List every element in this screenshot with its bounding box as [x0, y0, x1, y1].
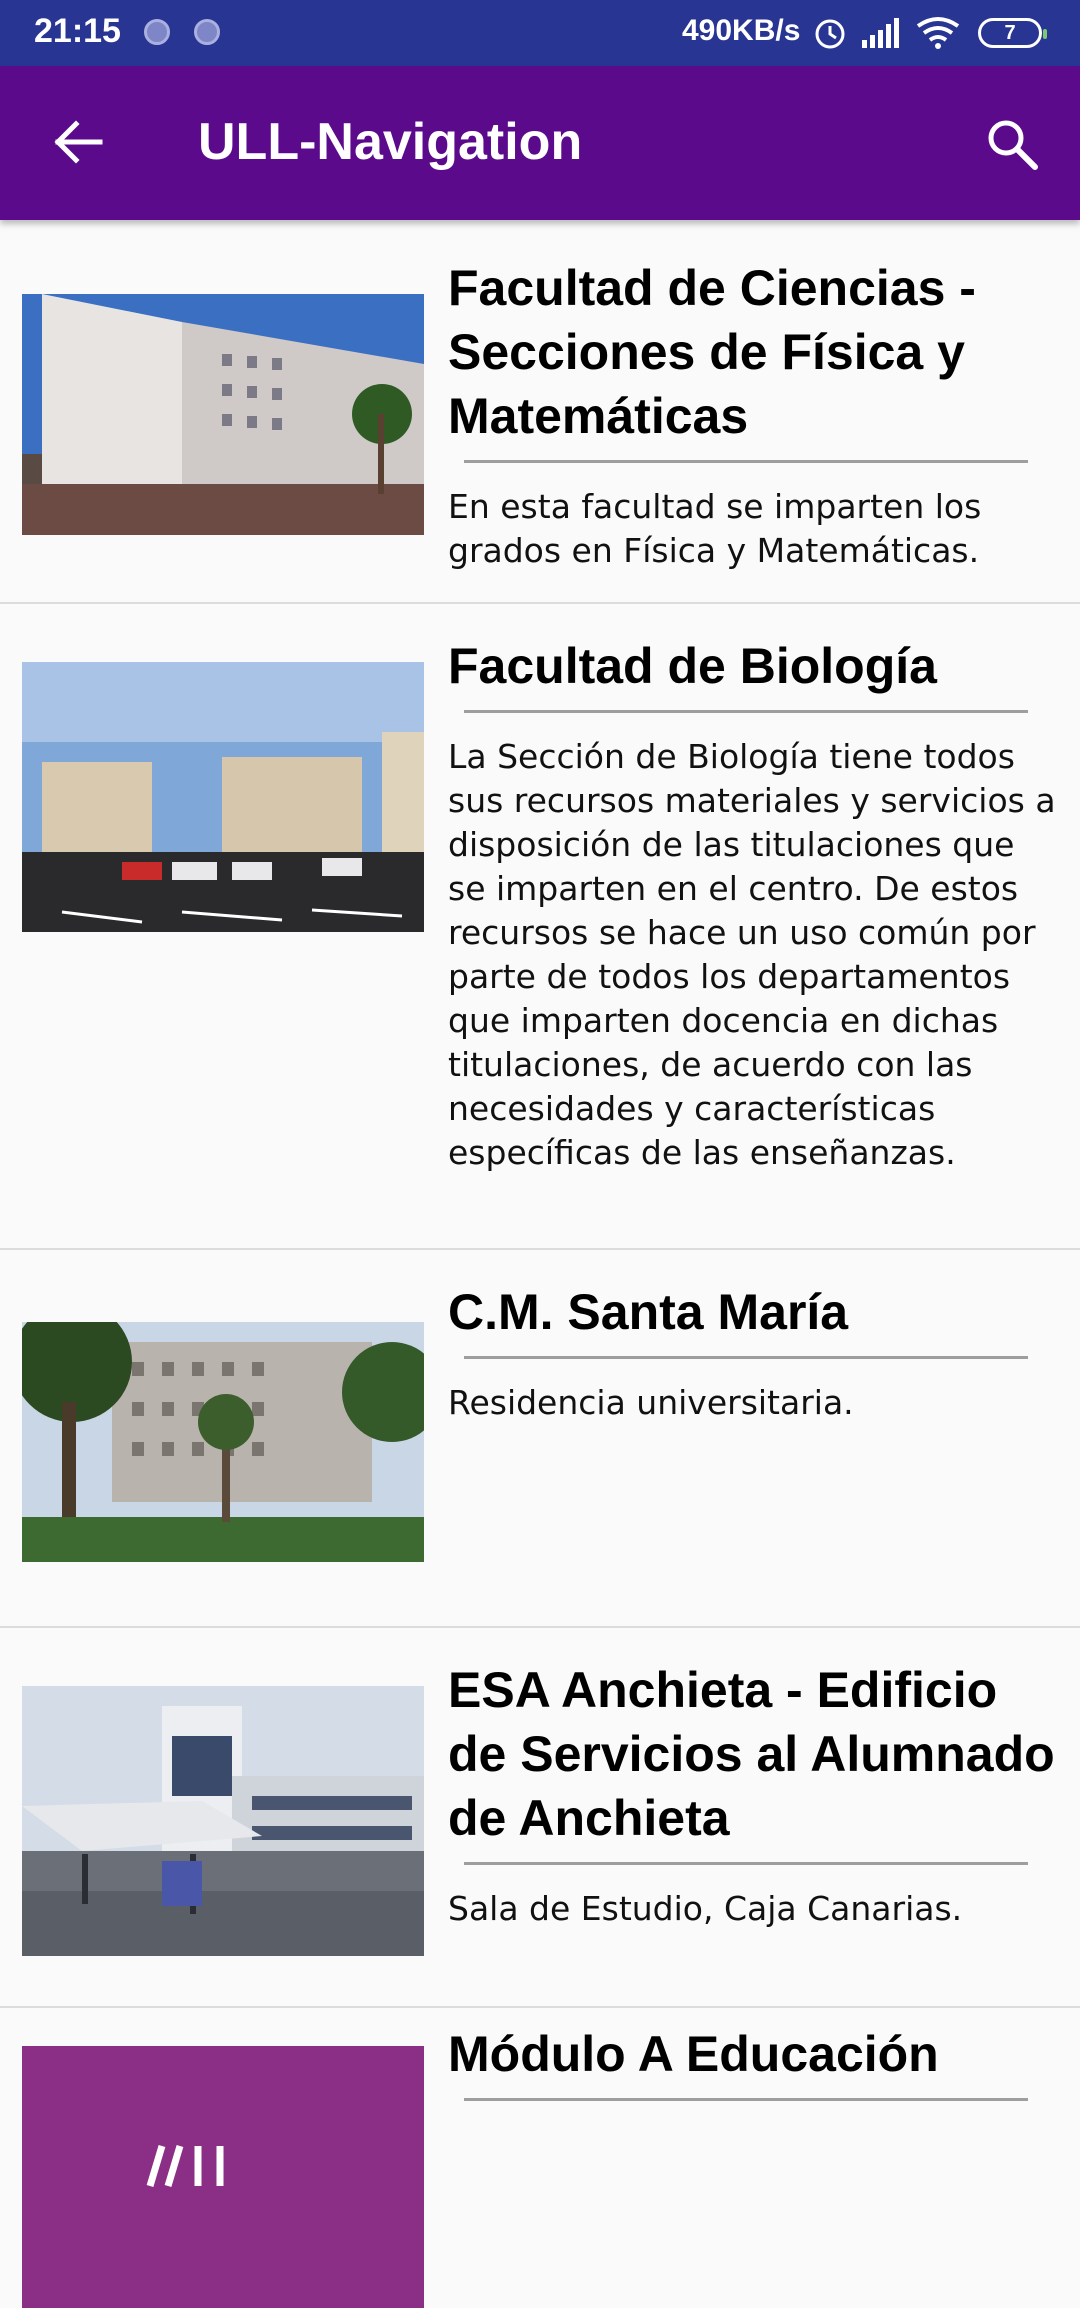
places-list: Facultad de Ciencias - Secciones de Físi…: [0, 224, 1080, 2308]
place-image: [22, 662, 424, 932]
battery-level: 7: [1004, 22, 1016, 44]
place-content: Facultad de Ciencias - Secciones de Físi…: [448, 256, 1058, 573]
place-title: ESA Anchieta - Edificio de Servicios al …: [448, 1662, 1055, 1846]
place-image: [22, 2046, 424, 2308]
search-icon[interactable]: [984, 116, 1040, 172]
place-content: Módulo A Educación: [448, 2022, 1058, 2123]
place-description: En esta facultad se imparten los grados …: [448, 487, 982, 570]
app-title: ULL-Navigation: [198, 113, 583, 171]
place-item-esa-anchieta[interactable]: ESA Anchieta - Edificio de Servicios al …: [0, 1628, 1080, 2008]
title-divider: [464, 1356, 1028, 1359]
title-divider: [464, 710, 1028, 713]
place-item-modulo-a-educacion[interactable]: Módulo A Educación: [0, 2008, 1080, 2308]
place-image: [22, 1686, 424, 1956]
arrow-back-icon[interactable]: [52, 116, 104, 168]
place-image: [22, 1322, 424, 1562]
place-title: C.M. Santa María: [448, 1284, 849, 1340]
place-image: [22, 294, 424, 535]
place-item-cm-santa-maria[interactable]: C.M. Santa María Residencia universitari…: [0, 1250, 1080, 1628]
wifi-icon: [916, 17, 960, 49]
place-content: Facultad de Biología La Sección de Biolo…: [448, 634, 1058, 1175]
place-title: Facultad de Ciencias - Secciones de Físi…: [448, 260, 976, 444]
title-divider: [464, 460, 1028, 463]
place-item-facultad-ciencias[interactable]: Facultad de Ciencias - Secciones de Físi…: [0, 224, 1080, 604]
place-title: Módulo A Educación: [448, 2026, 939, 2082]
app-bar: ULL-Navigation: [0, 66, 1080, 220]
place-title: Facultad de Biología: [448, 638, 937, 694]
place-description: La Sección de Biología tiene todos sus r…: [448, 737, 1056, 1172]
status-icons: [815, 17, 960, 49]
signal-icon: [862, 18, 899, 48]
notification-dot-icon: [194, 19, 220, 45]
alarm-icon: [815, 19, 845, 49]
place-item-facultad-biologia[interactable]: Facultad de Biología La Sección de Biolo…: [0, 604, 1080, 1250]
place-description: Residencia universitaria.: [448, 1383, 854, 1422]
status-time: 21:15: [34, 12, 121, 50]
place-content: ESA Anchieta - Edificio de Servicios al …: [448, 1658, 1058, 1931]
battery-icon: 7: [978, 18, 1047, 48]
status-bar: 21:15 490KB/s 7: [0, 0, 1080, 66]
title-divider: [464, 1862, 1028, 1865]
title-divider: [464, 2098, 1028, 2101]
network-speed: 490KB/s: [682, 14, 801, 47]
place-content: C.M. Santa María Residencia universitari…: [448, 1280, 1058, 1425]
place-description: Sala de Estudio, Caja Canarias.: [448, 1889, 963, 1928]
notification-dot-icon: [144, 19, 170, 45]
